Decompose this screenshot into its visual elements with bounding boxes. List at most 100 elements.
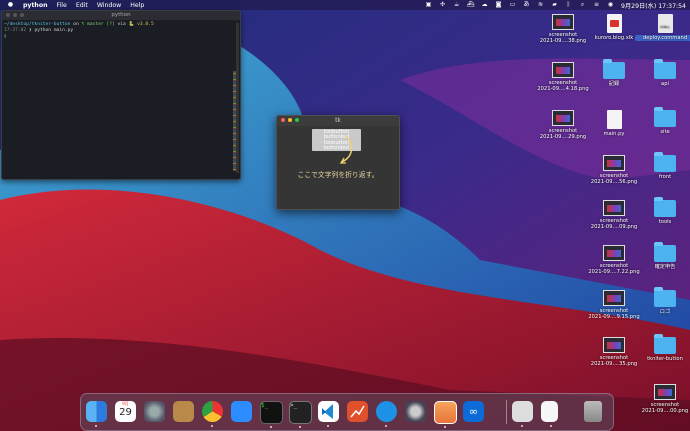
menu-app-name[interactable]: python <box>23 2 47 9</box>
prompt-time: 17:37:02 <box>4 28 27 33</box>
tk-title: tk <box>335 117 341 124</box>
dock-preview-icon[interactable] <box>512 401 533 427</box>
bluetooth-icon[interactable]: ᛒ <box>565 2 572 8</box>
doc-icon <box>606 110 622 129</box>
prompt-via: via <box>117 22 126 27</box>
dock-git-app-icon[interactable] <box>347 401 368 422</box>
shot-icon <box>603 337 625 353</box>
minimize-button[interactable] <box>13 13 17 17</box>
branch-icon: ⌥ <box>81 22 85 27</box>
terminal-window[interactable]: python ~/desktop/tkniter-button on ⌥ mas… <box>1 10 241 180</box>
camera-icon[interactable]: ◙ <box>495 2 502 8</box>
folder-icon <box>654 287 676 307</box>
docker-status-icon[interactable]: ⛴ <box>467 2 475 8</box>
terminal-content[interactable]: ~/desktop/tkniter-button on ⌥ master [?]… <box>2 20 240 42</box>
zoom-button[interactable] <box>20 13 24 17</box>
tk-minimize-button[interactable] <box>288 118 292 122</box>
cloud-icon[interactable]: ☁ <box>481 2 488 8</box>
desktop-icon-label: 確定申告 <box>654 264 676 270</box>
prompt-python-version: v3.8.5 <box>137 22 154 27</box>
dock-finder-icon[interactable] <box>86 401 107 427</box>
desktop-icon-command[interactable]: deploy.command <box>635 14 690 41</box>
desktop-icon-folder[interactable]: ロゴ <box>635 287 690 315</box>
dock-photo-app-icon[interactable] <box>434 401 457 428</box>
tk-window[interactable]: tk tonbutton buttonbut tonbutton buttonb… <box>276 115 400 210</box>
folder-icon <box>654 152 676 172</box>
shot-icon <box>552 110 574 126</box>
annotation-arrow <box>339 135 353 164</box>
shot-icon <box>603 290 625 306</box>
dock-vscode-icon[interactable] <box>318 401 339 427</box>
tk-close-button[interactable] <box>281 118 285 122</box>
fan-icon[interactable]: ✣ <box>439 2 446 8</box>
status-app-icon[interactable]: ▣ <box>425 2 432 8</box>
prompt-on: on <box>73 22 79 27</box>
python-icon: 🐍 <box>128 22 135 27</box>
desktop-icon-folder[interactable]: tkniter-button <box>635 334 690 362</box>
dock-terminal-icon[interactable]: >_ <box>289 401 312 428</box>
shot-icon <box>552 14 574 30</box>
desktop-icon-label: ロゴ <box>659 309 671 315</box>
dock-system-preferences-icon[interactable] <box>144 401 165 422</box>
command-text: ❯ python main.py <box>28 28 74 33</box>
chart-arrow-icon <box>350 405 365 418</box>
dock-contacts-icon[interactable] <box>173 401 194 422</box>
command-icon <box>657 14 673 33</box>
menu-window[interactable]: Window <box>97 2 121 9</box>
search-icon[interactable]: ⌕ <box>579 2 586 8</box>
control-center-icon[interactable]: ≡ <box>593 2 600 8</box>
display-icon[interactable]: ▭ <box>509 2 516 8</box>
desktop-icon-shot[interactable]: screenshot 2021-09....00.png <box>635 384 690 414</box>
desktop-icon-folder[interactable]: 確定申告 <box>635 242 690 270</box>
terminal-scrollbar[interactable] <box>236 23 239 173</box>
desktop-icon-folder[interactable]: front <box>635 152 690 180</box>
desktop-icon-label: screenshot 2021-09....00.png <box>641 402 689 414</box>
dock-quicktime-icon[interactable] <box>405 401 426 422</box>
dock-trash-icon[interactable] <box>584 401 602 422</box>
dock-chrome-icon[interactable] <box>202 401 223 427</box>
dock-separator <box>506 400 507 424</box>
folder-icon <box>654 242 676 262</box>
terminal-titlebar[interactable]: python <box>2 11 240 20</box>
apple-icon[interactable]: ● <box>7 2 14 8</box>
dock-infinity-icon[interactable]: ∞ <box>463 401 484 422</box>
dock-docker-icon[interactable] <box>376 401 397 427</box>
annotation-caption: ここで文字列を折り返す。 <box>297 171 379 179</box>
shot-icon <box>603 245 625 261</box>
tk-zoom-button[interactable] <box>295 118 299 122</box>
wifi-icon[interactable]: ≋ <box>537 2 544 8</box>
dock-zoom-icon[interactable] <box>231 401 252 422</box>
calendar-day: 29 <box>119 407 132 418</box>
tk-window-controls <box>281 118 299 122</box>
dock-document-icon[interactable] <box>541 401 558 427</box>
window-controls <box>6 13 24 17</box>
folder-icon <box>654 334 676 354</box>
close-button[interactable] <box>6 13 10 17</box>
shot-icon <box>603 155 625 171</box>
cursor-line: ▯ <box>4 34 238 40</box>
menu-help[interactable]: Help <box>130 2 144 9</box>
battery-icon[interactable]: ▰ <box>551 2 558 8</box>
desktop-icon-folder[interactable]: tools <box>635 197 690 225</box>
menu-edit[interactable]: Edit <box>76 2 88 9</box>
menu-file[interactable]: File <box>56 2 66 9</box>
dock-iterm-icon[interactable]: $_ <box>260 401 283 428</box>
desktop-icon-label: front <box>658 174 672 180</box>
shot-icon <box>603 200 625 216</box>
input-icon[interactable]: あ <box>523 2 530 8</box>
tk-titlebar[interactable]: tk <box>277 116 399 126</box>
desktop-icon-label: site <box>660 129 670 135</box>
pdf-icon <box>606 14 622 33</box>
dock-calendar-icon[interactable]: 9月 29 <box>115 401 136 422</box>
siri-icon[interactable]: ◉ <box>607 2 614 8</box>
desktop-icon-folder[interactable]: site <box>635 107 690 135</box>
prompt-branch: master [?] <box>87 22 115 27</box>
prompt-path: ~/desktop/tkniter-button <box>4 22 71 27</box>
coffee-icon[interactable]: ☕ <box>453 2 460 8</box>
menu-clock[interactable]: 9月29日(水) 17:37:54 <box>621 1 686 10</box>
dock: 9月 29 $_ >_ ∞ <box>80 393 614 431</box>
terminal-cursor: ▯ <box>4 34 7 39</box>
desktop-icon-label: api <box>661 81 669 87</box>
desktop-icon-folder[interactable]: api <box>635 59 690 87</box>
folder-icon <box>654 197 676 217</box>
